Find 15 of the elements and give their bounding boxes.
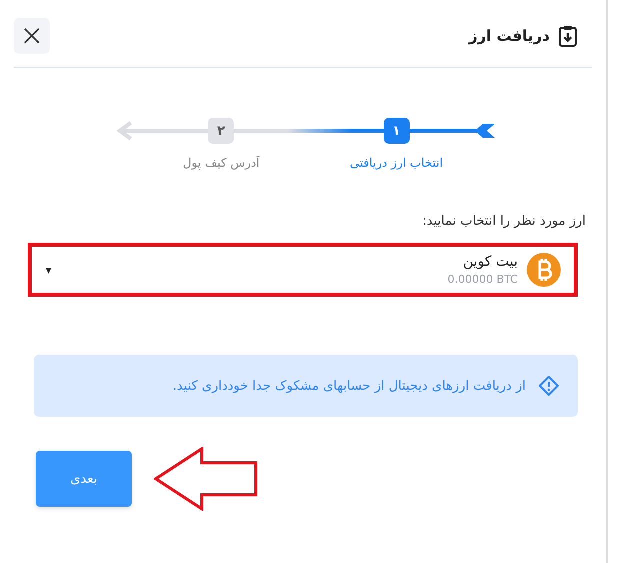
warning-icon — [538, 375, 560, 397]
alert-text: از دریافت ارزهای دیجیتال از حسابهای مشکوک جدا خودداری کنید. — [172, 378, 526, 394]
close-button[interactable] — [14, 18, 50, 54]
clipboard-download-icon — [558, 25, 578, 47]
close-icon — [24, 28, 40, 44]
step-label: انتخاب ارز دریافتی — [350, 156, 444, 170]
currency-balance: 0.00000 BTC — [446, 273, 518, 286]
dialog-title: دریافت ارز — [469, 27, 550, 45]
step-number: ۲ — [208, 118, 234, 144]
step-number: ۱ — [384, 118, 410, 144]
caret-icon: ▾ — [46, 264, 52, 276]
field-label: ارز مورد نظر را انتخاب نمایید: — [421, 214, 587, 229]
bitcoin-icon — [526, 252, 562, 288]
step-label: آدرس کیف پول — [183, 156, 260, 170]
currency-name: بیت کوین — [462, 254, 518, 270]
